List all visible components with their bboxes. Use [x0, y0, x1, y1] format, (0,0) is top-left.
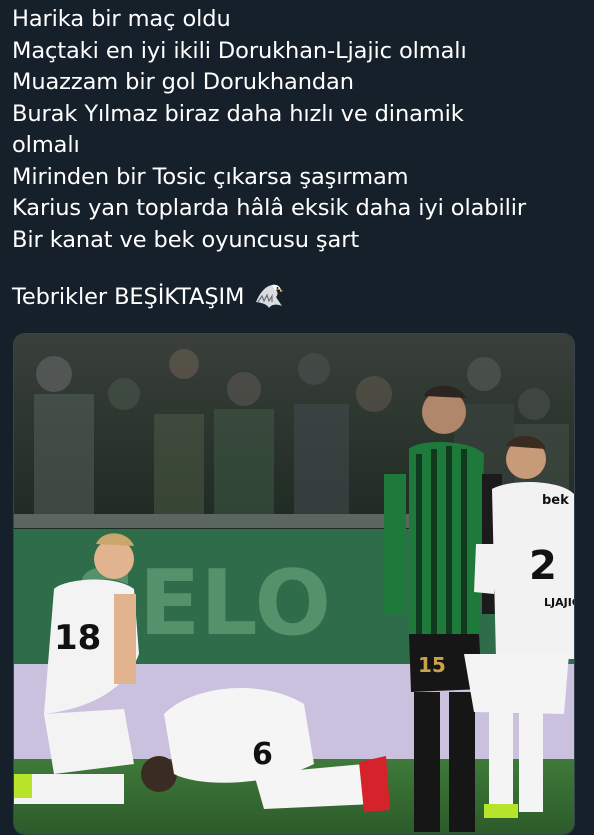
tweet-closing: Tebrikler BEŞİKTAŞIM — [12, 284, 245, 310]
match-photo: SELO 18 6 15 bek 2 LJAJI — [14, 334, 574, 834]
sponsor-right: bek — [542, 493, 569, 508]
tweet-line: Muazzam bir gol Dorukhandan — [12, 69, 354, 95]
eagle-emoji-icon — [254, 282, 284, 320]
jersey-number-green: 15 — [418, 653, 446, 677]
tweet-line: Harika bir maç oldu — [12, 6, 231, 32]
tweet-line: Bir kanat ve bek oyuncusu şart — [12, 226, 360, 253]
tweet-text: Harika bir maç oldu Maçtaki en iyi ikili… — [12, 4, 582, 320]
tweet-line: Maçtaki en iyi ikili Dorukhan-Ljajic olm… — [12, 37, 467, 64]
jersey-number-kneeling: 6 — [252, 737, 273, 772]
tweet-line: Mirinden bir Tosic çıkarsa şaşırmam — [12, 163, 409, 190]
player-name-right: LJAJIC — [544, 596, 574, 609]
tweet-line: olmalı — [12, 132, 80, 158]
tweet-closing-line: Tebrikler BEŞİKTAŞIM — [12, 282, 582, 320]
jersey-number-right: 2 — [529, 543, 557, 589]
jersey-number-left: 18 — [54, 618, 101, 658]
tweet-line: Karius yan toplarda hâlâ eksik daha iyi … — [12, 195, 527, 221]
tweet-line: Burak Yılmaz biraz daha hızlı ve dinamik — [12, 100, 464, 127]
tweet-photo[interactable]: SELO 18 6 15 bek 2 LJAJI — [13, 333, 575, 835]
